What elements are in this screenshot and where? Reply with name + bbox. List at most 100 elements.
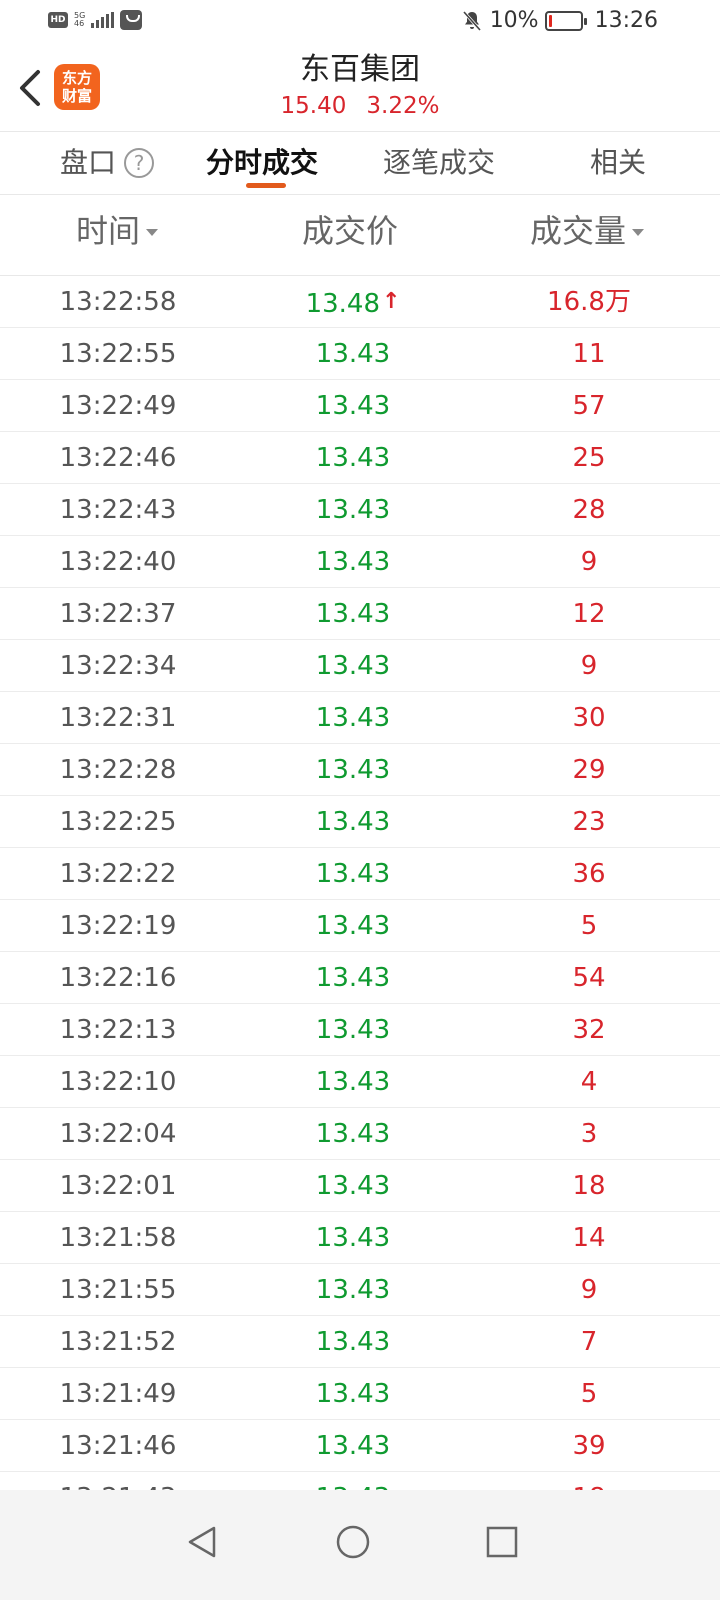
trade-time: 13:21:52 [59, 1327, 177, 1357]
tab-tick-trades[interactable]: 逐笔成交 [383, 145, 495, 181]
sort-caret-icon [146, 229, 159, 236]
trade-price-value: 13.43 [315, 443, 391, 473]
column-header-time[interactable]: 时间 [76, 211, 159, 251]
trade-volume: 9 [580, 651, 598, 681]
column-label: 时间 [76, 212, 141, 250]
trade-price-value: 13.43 [315, 1223, 391, 1253]
table-row[interactable]: 13:22:37 13.43 12 [0, 588, 720, 640]
tab-label: 相关 [590, 146, 647, 179]
trade-time: 13:21:55 [59, 1275, 177, 1305]
trade-price: 13.43 [240, 380, 466, 432]
stock-name: 东百集团 [300, 52, 420, 87]
table-row[interactable]: 13:22:46 13.43 25 [0, 432, 720, 484]
up-arrow-icon: ↑ [382, 289, 401, 314]
help-icon[interactable]: ? [124, 148, 155, 178]
nav-back-button[interactable] [172, 1512, 232, 1572]
trade-volume: 9 [580, 1275, 598, 1305]
stock-quote: 15.40 3.22% [0, 90, 720, 122]
table-row[interactable]: 13:22:43 13.43 28 [0, 484, 720, 536]
table-row[interactable]: 13:22:16 13.43 54 [0, 952, 720, 1004]
table-row[interactable]: 13:22:58 13.48↑ 16.8万 [0, 276, 720, 328]
stock-price: 15.40 [280, 93, 347, 119]
trade-price: 13.43 [240, 1056, 466, 1108]
table-row[interactable]: 13:21:46 13.43 39 [0, 1420, 720, 1472]
trade-volume: 4 [580, 1067, 598, 1097]
tab-label: 逐笔成交 [383, 146, 496, 179]
trade-time: 13:22:19 [59, 911, 177, 941]
trade-time: 13:22:34 [59, 651, 177, 681]
trade-price-value: 13.43 [315, 963, 391, 993]
table-row[interactable]: 13:22:25 13.43 23 [0, 796, 720, 848]
table-row[interactable]: 13:21:43 13.43 18 [0, 1472, 720, 1490]
trade-volume: 39 [572, 1431, 606, 1461]
back-button[interactable] [10, 64, 50, 112]
trade-price-value: 13.43 [315, 651, 391, 681]
active-tab-indicator [246, 183, 286, 188]
trade-time: 13:22:16 [59, 963, 177, 993]
trade-volume: 32 [572, 1015, 606, 1045]
table-row[interactable]: 13:21:49 13.43 5 [0, 1368, 720, 1420]
trade-time: 13:22:31 [59, 703, 177, 733]
table-row[interactable]: 13:22:01 13.43 18 [0, 1160, 720, 1212]
trade-time: 13:22:46 [59, 443, 177, 473]
recents-square-icon [486, 1526, 518, 1558]
trade-time: 13:22:58 [59, 287, 177, 317]
table-row[interactable]: 13:22:10 13.43 4 [0, 1056, 720, 1108]
trade-price-value: 13.43 [315, 339, 391, 369]
trade-price: 13.43 [240, 588, 466, 640]
chevron-left-icon [20, 70, 40, 106]
table-row[interactable]: 13:22:13 13.43 32 [0, 1004, 720, 1056]
table-row[interactable]: 13:22:19 13.43 5 [0, 900, 720, 952]
trade-volume: 36 [572, 859, 606, 889]
table-row[interactable]: 13:22:40 13.43 9 [0, 536, 720, 588]
table-row[interactable]: 13:22:04 13.43 3 [0, 1108, 720, 1160]
table-row[interactable]: 13:22:28 13.43 29 [0, 744, 720, 796]
trade-volume: 25 [572, 443, 606, 473]
trade-price: 13.43 [240, 432, 466, 484]
table-row[interactable]: 13:22:22 13.43 36 [0, 848, 720, 900]
network-type-bottom: 46 [74, 19, 85, 28]
column-label: 成交量 [530, 212, 627, 250]
trade-price: 13.43 [240, 848, 466, 900]
battery-percent: 10% [489, 8, 539, 33]
nav-recents-button[interactable] [472, 1512, 532, 1572]
trade-price-value: 13.48 [305, 289, 380, 319]
trade-volume: 18 [572, 1171, 606, 1201]
nav-home-button[interactable] [323, 1512, 383, 1572]
trade-price-value: 13.43 [315, 911, 391, 941]
status-left: HD 5G 46 [48, 10, 143, 30]
tab-bar: 盘口? 分时成交 逐笔成交 相关 [0, 133, 720, 195]
trade-time: 13:22:04 [59, 1119, 177, 1149]
table-row[interactable]: 13:21:52 13.43 7 [0, 1316, 720, 1368]
tab-related[interactable]: 相关 [590, 145, 646, 181]
table-row[interactable]: 13:21:55 13.43 9 [0, 1264, 720, 1316]
trade-volume: 30 [572, 703, 606, 733]
bell-muted-icon [462, 10, 481, 31]
trade-price: 13.43 [240, 1264, 466, 1316]
column-label: 成交价 [302, 212, 399, 250]
trade-volume: 7 [580, 1327, 598, 1357]
trade-volume: 28 [572, 495, 606, 525]
trade-price: 13.43 [240, 1368, 466, 1420]
sort-caret-icon [632, 229, 645, 236]
trade-price: 13.43 [240, 1212, 466, 1264]
trade-price-value: 13.43 [315, 1431, 391, 1461]
table-row[interactable]: 13:22:55 13.43 11 [0, 328, 720, 380]
trade-list[interactable]: 13:22:58 13.48↑ 16.8万 13:22:55 13.43 11 13:22:… [0, 276, 720, 1490]
network-type-icon: 5G 46 [74, 12, 85, 28]
trade-time: 13:21:58 [59, 1223, 177, 1253]
system-nav-bar [0, 1490, 720, 1600]
table-row[interactable]: 13:22:34 13.43 9 [0, 640, 720, 692]
trade-price-value: 13.43 [315, 1171, 391, 1201]
eastmoney-logo[interactable]: 东方 财富 [54, 64, 100, 110]
trade-time: 13:21:49 [59, 1379, 177, 1409]
trade-volume: 29 [572, 755, 606, 785]
tab-order-book[interactable]: 盘口? [60, 145, 155, 181]
trade-time: 13:22:13 [59, 1015, 177, 1045]
table-row[interactable]: 13:21:58 13.43 14 [0, 1212, 720, 1264]
table-row[interactable]: 13:22:31 13.43 30 [0, 692, 720, 744]
trade-price-value: 13.43 [315, 1327, 391, 1357]
table-row[interactable]: 13:22:49 13.43 57 [0, 380, 720, 432]
column-header-volume[interactable]: 成交量 [530, 211, 645, 251]
tab-time-trades[interactable]: 分时成交 [206, 145, 318, 181]
